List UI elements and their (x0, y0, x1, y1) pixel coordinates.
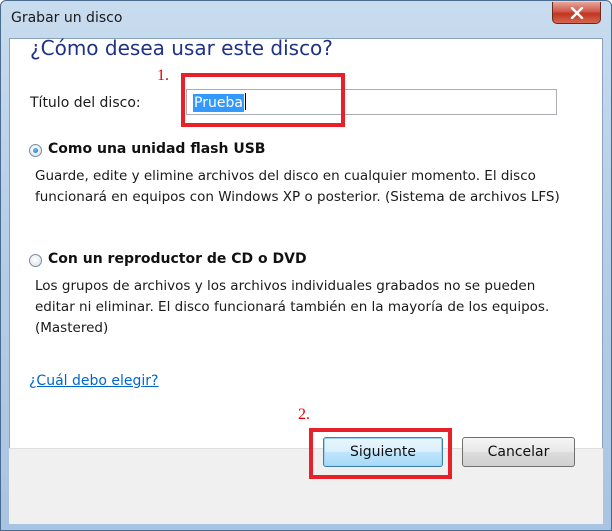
annotation-step-2: 2. (298, 406, 310, 423)
radio-cd-dvd-player[interactable] (29, 254, 42, 267)
dialog-heading: ¿Cómo desea usar este disco? (30, 36, 333, 60)
window-title: Grabar un disco (11, 10, 123, 26)
option-cd-dvd-player-description: Los grupos de archivos y los archivos in… (35, 278, 550, 336)
option-usb-flash-description: Guarde, edite y elimine archivos del dis… (35, 168, 560, 205)
cancel-button[interactable]: Cancelar (462, 437, 575, 467)
close-icon (570, 7, 584, 19)
title-bar[interactable]: Grabar un disco (1, 1, 611, 37)
annotation-box-2 (309, 428, 452, 479)
option-cd-dvd-player-label[interactable]: Con un reproductor de CD o DVD (48, 251, 307, 267)
close-button[interactable] (552, 2, 601, 24)
disc-title-label: Título del disco: (30, 95, 141, 111)
option-usb-flash-label[interactable]: Como una unidad flash USB (48, 141, 265, 157)
help-link[interactable]: ¿Cuál debo elegir? (29, 373, 158, 389)
radio-usb-flash[interactable] (29, 144, 42, 157)
annotation-box-1 (181, 73, 345, 127)
annotation-step-1: 1. (157, 67, 169, 84)
